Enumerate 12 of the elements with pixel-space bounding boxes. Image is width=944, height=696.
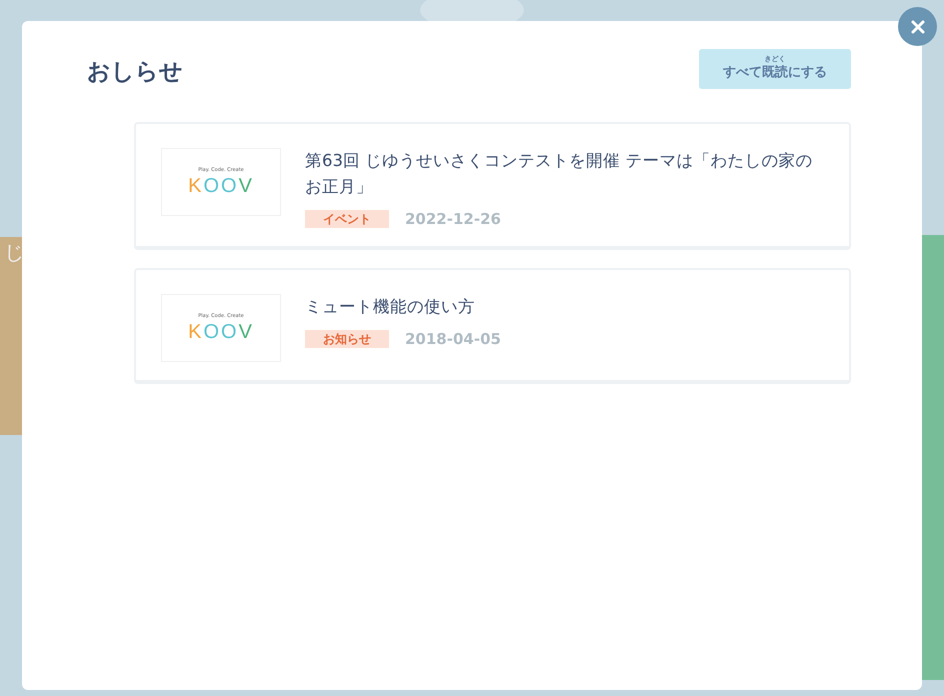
news-title: 第63回 じゆうせいさくコンテストを開催 テーマは「わたしの家のお正月」 xyxy=(305,150,814,198)
logo-wordmark: KOOV xyxy=(188,320,254,344)
logo-wordmark: KOOV xyxy=(188,174,254,198)
background-label: じ xyxy=(4,239,24,266)
news-title: ミュート機能の使い方 xyxy=(305,296,476,318)
category-tag: お知らせ xyxy=(305,330,389,348)
news-date: 2022-12-26 xyxy=(405,210,501,228)
dialog-title: おしらせ xyxy=(87,58,183,87)
close-icon xyxy=(910,18,926,34)
category-tag: イベント xyxy=(305,210,389,228)
news-date: 2018-04-05 xyxy=(405,330,501,348)
close-button[interactable] xyxy=(898,7,937,46)
